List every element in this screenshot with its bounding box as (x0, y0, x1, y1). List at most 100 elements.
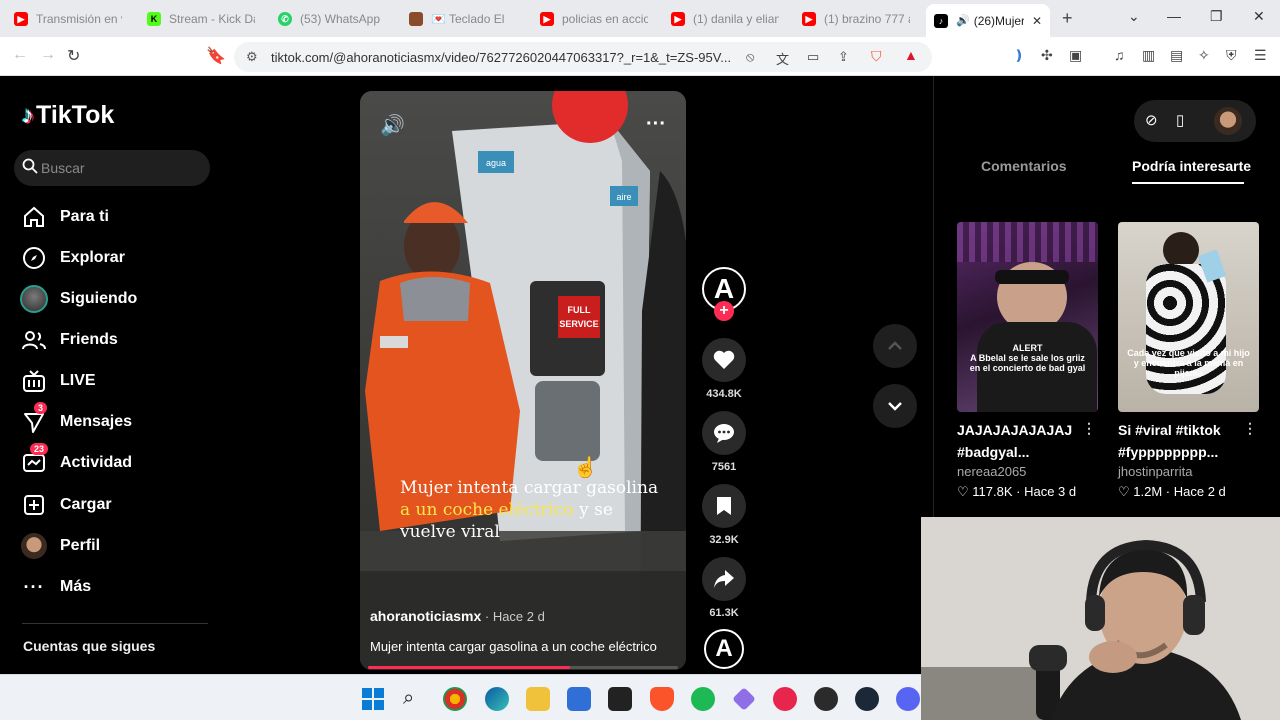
browser-tab[interactable]: 💌 Teclado El (409, 6, 505, 32)
wallet2-icon[interactable]: ▤ (1170, 47, 1183, 64)
card-meta: ♡ 117.8K · Hace 3 d (957, 484, 1077, 499)
spotify-icon[interactable] (691, 687, 715, 711)
card-author[interactable]: nereaa2065 (957, 464, 1098, 479)
reload-icon[interactable]: ↻ (67, 46, 80, 66)
sidebar-item-cargar[interactable]: Cargar (20, 490, 112, 520)
tiktok-logo[interactable]: ♪ TikTok (22, 101, 114, 130)
leo-icon[interactable]: ✧ (1198, 47, 1210, 64)
site-info-icon[interactable]: ⚙ (246, 49, 258, 65)
video-author[interactable]: ahoranoticiasmx · Hace 2 d (370, 608, 545, 624)
extensions-icon[interactable]: ✣ (1041, 47, 1053, 64)
browser-tab[interactable]: ▶ Transmisión en vi (14, 6, 122, 32)
vpn-icon[interactable]: ⛨ (1226, 47, 1237, 64)
media-player-icon[interactable] (773, 687, 797, 711)
app-icon[interactable] (732, 687, 756, 711)
close-tab-icon[interactable]: ✕ (1032, 14, 1042, 28)
extension-icon[interactable]: ❫ (1013, 47, 1025, 64)
sidebar-item-friends[interactable]: Friends (20, 325, 118, 355)
sidebar-item-perfil[interactable]: Perfil (20, 531, 100, 561)
sidebar-item-actividad[interactable]: 23 Actividad (20, 443, 132, 478)
share-arrow-icon[interactable] (702, 557, 746, 601)
sidebar-item-para-ti[interactable]: Para ti (20, 202, 109, 232)
heart-icon[interactable] (702, 338, 746, 382)
no-cast-icon[interactable]: ⦸ (746, 49, 754, 65)
steam-icon[interactable] (855, 687, 879, 711)
sidebar-item-explorar[interactable]: Explorar (20, 243, 125, 273)
sound-avatar[interactable]: A (702, 629, 746, 669)
share-action[interactable]: 61.3K (702, 557, 746, 619)
video-thumbnail[interactable]: Cada vez que visito a mi hijo y encuentr… (1118, 222, 1259, 412)
tab-label: (1) brazino 777 a (824, 12, 910, 26)
bookmark-icon[interactable]: 🔖 (206, 46, 226, 66)
follow-plus-icon[interactable]: + (714, 301, 734, 321)
browser-tab[interactable]: ▶ (1) danila y elian (671, 6, 779, 32)
author-name[interactable]: ahoranoticiasmx (370, 608, 481, 624)
wallet-icon[interactable]: ▣ (1069, 47, 1082, 64)
close-window-button[interactable]: ✕ (1253, 8, 1265, 25)
obs-icon[interactable] (814, 687, 838, 711)
user-avatar[interactable] (1214, 107, 1242, 135)
file-explorer-icon[interactable] (526, 687, 550, 711)
card-title[interactable]: Si #viral #tiktok #fypppppppp... (1118, 419, 1246, 463)
card-author[interactable]: jhostinparrita (1118, 464, 1259, 479)
new-tab-button[interactable]: + (1062, 8, 1073, 29)
notes-icon[interactable] (608, 687, 632, 711)
minimize-button[interactable]: — (1167, 8, 1181, 24)
previous-video-button[interactable] (873, 324, 917, 368)
sidebar-item-siguiendo[interactable]: Siguiendo (20, 284, 137, 314)
creator-avatar[interactable]: A + (702, 267, 746, 321)
bookmark-icon[interactable] (702, 484, 746, 528)
video-progress-bar[interactable] (368, 666, 678, 669)
recommended-video-card[interactable]: Cada vez que visito a mi hijo y encuentr… (1118, 222, 1259, 500)
translate-icon[interactable]: 文 (776, 49, 789, 68)
brave-icon[interactable] (650, 687, 674, 711)
card-more-icon[interactable]: ⋮ (1243, 420, 1257, 437)
card-title[interactable]: JAJAJAJAJAJAJ #badgyal... (957, 419, 1085, 463)
brave-rewards-icon[interactable]: ▲ (904, 47, 918, 63)
comment-action[interactable]: 7561 (702, 411, 746, 473)
sidebar-item-mensajes[interactable]: 3 Mensajes (20, 402, 132, 437)
browser-tab[interactable]: ✆ (53) WhatsApp (278, 6, 386, 32)
following-avatar-icon (20, 285, 48, 313)
compass-icon[interactable]: ⊘ (1145, 111, 1158, 129)
forward-icon[interactable]: → (40, 46, 56, 64)
video-player[interactable]: FULL SERVICE agua aire 🔊 ··· Mujer inten… (360, 91, 686, 670)
like-action[interactable]: 434.8K (702, 338, 746, 400)
tab-search-icon[interactable]: ⌄ (1128, 8, 1140, 25)
card-more-icon[interactable]: ⋮ (1082, 420, 1096, 437)
browser-tab[interactable]: ▶ (1) brazino 777 a (802, 6, 910, 32)
chrome-icon[interactable] (443, 687, 467, 711)
store-icon[interactable] (567, 687, 591, 711)
search-icon[interactable]: ⌕ (403, 687, 427, 711)
windows-start-icon[interactable] (361, 687, 385, 711)
recommended-video-card[interactable]: ALERT A Bbelal se le sale los griiz en e… (957, 222, 1098, 500)
url-field[interactable]: ⚙ tiktok.com/@ahoranoticiasmx/video/7627… (234, 42, 932, 72)
video-more-icon[interactable]: ··· (646, 113, 666, 136)
brave-shields-icon[interactable]: ⛉ (871, 48, 882, 65)
next-video-button[interactable] (873, 384, 917, 428)
menu-icon[interactable]: ☰ (1254, 47, 1267, 64)
comment-icon[interactable] (702, 411, 746, 455)
search-icon (22, 158, 38, 174)
phone-icon[interactable]: ▯ (1176, 111, 1184, 129)
video-thumbnail[interactable]: ALERT A Bbelal se le sale los griiz en e… (957, 222, 1098, 412)
sidebar-item-live[interactable]: LIVE (20, 366, 96, 396)
tab-comentarios[interactable]: Comentarios (981, 158, 1067, 174)
media-icon[interactable]: ♫ (1114, 47, 1125, 63)
browser-tab-active[interactable]: ♪ 🔊 (26)Mujer ✕ (926, 4, 1050, 37)
back-icon[interactable]: ← (12, 46, 28, 64)
search-input[interactable]: Buscar (14, 150, 210, 186)
browser-tab[interactable]: K Stream - Kick Da (147, 6, 255, 32)
tab-podria-interesarte[interactable]: Podría interesarte (1132, 158, 1251, 174)
discord-icon[interactable] (896, 687, 920, 711)
save-action[interactable]: 32.9K (702, 484, 746, 546)
svg-text:aire: aire (616, 192, 631, 202)
sidebar-item-mas[interactable]: ··· Más (20, 572, 92, 602)
install-icon[interactable]: ▭ (807, 49, 819, 65)
browser-tab[interactable]: ▶ policias en accion (540, 6, 648, 32)
maximize-button[interactable]: ❐ (1210, 8, 1223, 25)
edge-icon[interactable] (485, 687, 509, 711)
sidebar-icon[interactable]: ▥ (1142, 47, 1155, 64)
volume-icon[interactable]: 🔊 (380, 113, 405, 138)
share-icon[interactable]: ⇪ (838, 49, 849, 65)
